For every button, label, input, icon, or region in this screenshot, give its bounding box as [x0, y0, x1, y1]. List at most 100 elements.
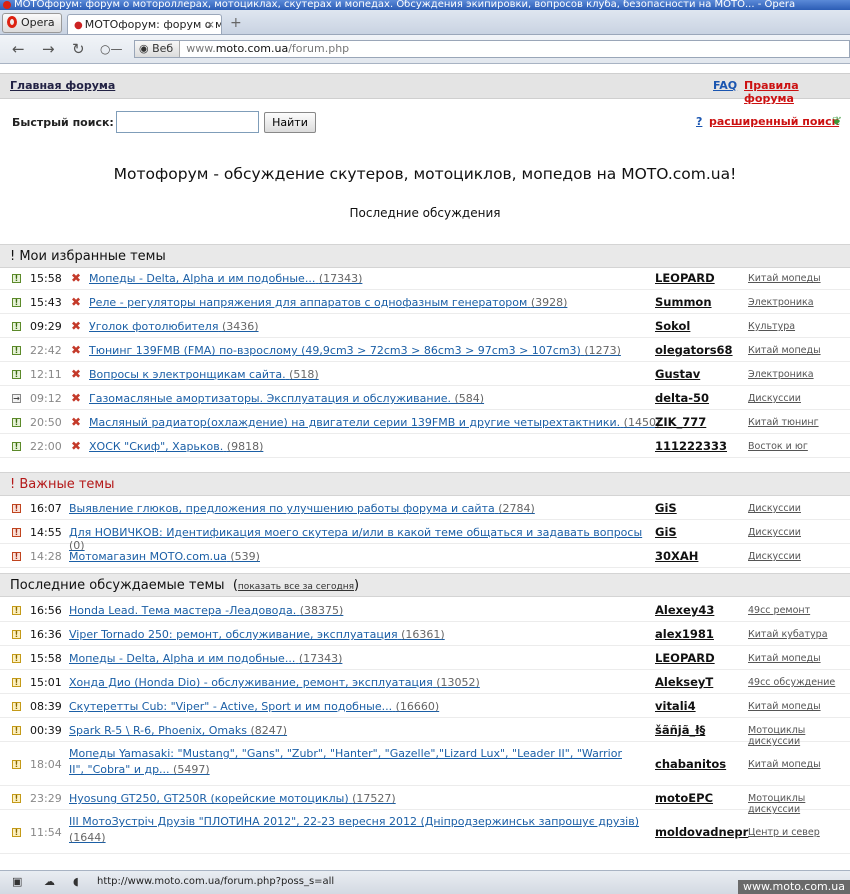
category-link[interactable]: Дискуссии [748, 551, 801, 562]
tab-close-icon[interactable]: × [206, 15, 215, 34]
remove-favorite-icon[interactable]: ✖ [71, 295, 81, 309]
forum-rules-link[interactable]: Правила форума [744, 79, 850, 105]
last-author-link[interactable]: LEOPARD [655, 651, 715, 665]
topic-title-link[interactable]: Spark R-5 \ R-6, Phoenix, Omaks (8247) [69, 724, 644, 737]
post-count: (518) [289, 368, 319, 381]
back-arrow-icon[interactable]: ← [12, 39, 25, 59]
topic-title-link[interactable]: Масляный радиатор(охлаждение) на двигате… [89, 416, 664, 429]
leaf-icon: ❦ [832, 114, 843, 128]
reload-icon[interactable]: ↻ [72, 39, 85, 59]
topic-title-link[interactable]: Вопросы к электронщикам сайта. (518) [89, 368, 664, 381]
last-author-link[interactable]: moldovadnepr [655, 825, 748, 839]
address-field[interactable]: ◉ Веб www.moto.com.ua/forum.php [134, 40, 850, 58]
remove-favorite-icon[interactable]: ✖ [71, 415, 81, 429]
opera-menu-button[interactable]: Opera [2, 13, 62, 33]
topic-title-link[interactable]: Мопеды - Delta, Alpha и им подобные... (… [89, 272, 664, 285]
topic-title-link[interactable]: ХОСК "Скиф", Харьков. (9818) [89, 440, 664, 453]
quick-search-input[interactable] [116, 111, 259, 133]
category-link[interactable]: Китай тюнинг [748, 417, 819, 428]
topic-title-link[interactable]: Viper Tornado 250: ремонт, обслуживание,… [69, 628, 644, 641]
last-author-link[interactable]: GiS [655, 501, 677, 515]
advanced-search-link[interactable]: расширенный поиск [709, 115, 839, 128]
category-link[interactable]: Китай мопеды [748, 653, 821, 664]
topic-title-link[interactable]: Уголок фотолюбителя (3436) [89, 320, 664, 333]
category-link[interactable]: Культура [748, 321, 795, 332]
last-author-link[interactable]: Sokol [655, 319, 690, 333]
last-author-link[interactable]: 111222333 [655, 439, 727, 453]
topic-title-link[interactable]: Мотомагазин MOTO.com.ua (539) [69, 550, 644, 563]
post-count: (2784) [498, 502, 535, 515]
last-author-link[interactable]: chabanitos [655, 757, 726, 771]
topic-title-link[interactable]: Мопеды - Delta, Alpha и им подобные... (… [69, 652, 644, 665]
topic-row: ! 14:28 Мотомагазин MOTO.com.ua (539) 30XAH… [0, 544, 850, 568]
last-author-link[interactable]: 30XAH [655, 549, 698, 563]
last-author-link[interactable]: Summon [655, 295, 712, 309]
topic-title-link[interactable]: Тюнинг 139FMB (FMA) по-взрослому (49,9cm… [89, 344, 664, 357]
last-author-link[interactable]: delta-50 [655, 391, 709, 405]
show-all-today-link[interactable]: показать все за сегодня [238, 582, 354, 592]
category-link[interactable]: Дискуссии [748, 527, 801, 538]
search-button[interactable]: Найти [264, 112, 316, 133]
forward-arrow-icon[interactable]: → [42, 39, 55, 59]
remove-favorite-icon[interactable]: ✖ [71, 319, 81, 333]
topic-title-link[interactable]: Реле - регуляторы напряжения для аппарат… [89, 296, 664, 309]
category-link[interactable]: Восток и юг [748, 441, 808, 452]
category-link[interactable]: Китай мопеды [748, 759, 821, 770]
topic-row: ! 15:58 ✖ Мопеды - Delta, Alpha и им подобн… [0, 266, 850, 290]
last-author-link[interactable]: alex1981 [655, 627, 714, 641]
last-author-link[interactable]: vitali4 [655, 699, 696, 713]
key-icon[interactable]: ○— [100, 39, 122, 59]
remove-favorite-icon[interactable]: ✖ [71, 439, 81, 453]
topic-title-link[interactable]: Скутеретты Cub: "Viper" - Active, Sport … [69, 700, 644, 713]
topic-row: → 09:12 ✖ Газомасляные амортизаторы. Эксплу… [0, 386, 850, 410]
topic-title-link[interactable]: Выявление глюков, предложения по улучшен… [69, 502, 644, 515]
last-author-link[interactable]: LEOPARD [655, 271, 715, 285]
category-link[interactable]: Китай мопеды [748, 701, 821, 712]
topic-title-text: Реле - регуляторы напряжения для аппарат… [89, 296, 528, 309]
last-author-link[interactable]: AlekseyT [655, 675, 713, 689]
topic-title-link[interactable]: III МотоЗустріч Друзів "ПЛОТИНА 2012", 2… [69, 814, 639, 846]
cloud-icon[interactable]: ☁ [44, 871, 55, 892]
category-link[interactable]: Электроника [748, 297, 814, 308]
remove-favorite-icon[interactable]: ✖ [71, 343, 81, 357]
remove-favorite-icon[interactable]: ✖ [71, 271, 81, 285]
topic-title-link[interactable]: Газомасляные амортизаторы. Эксплуатация … [89, 392, 664, 405]
topic-title-link[interactable]: Honda Lead. Тема мастера -Леадовода. (38… [69, 604, 644, 617]
category-link[interactable]: Китай кубатура [748, 629, 828, 640]
important-section-header: ! Важные темы [0, 472, 850, 496]
web-badge[interactable]: ◉ Веб [135, 41, 181, 57]
last-author-link[interactable]: ZIK_777 [655, 415, 706, 429]
last-author-link[interactable]: Alexey43 [655, 603, 714, 617]
topic-title-link[interactable]: Hyosung GT250, GT250R (корейские мотоцик… [69, 792, 644, 805]
remove-favorite-icon[interactable]: ✖ [71, 367, 81, 381]
last-author-link[interactable]: GiS [655, 525, 677, 539]
topic-time: 08:39 [30, 700, 62, 713]
post-count: (17343) [298, 652, 343, 665]
faq-link[interactable]: FAQ [713, 79, 737, 92]
category-link[interactable]: Центр и север [748, 827, 820, 838]
last-author-link[interactable]: Gustav [655, 367, 700, 381]
turbo-icon[interactable]: ◖ [73, 871, 79, 892]
page-title: Мотофорум - обсуждение скутеров, мотоцик… [113, 165, 737, 183]
category-link[interactable]: Китай мопеды [748, 345, 821, 356]
search-help-link[interactable]: ? [696, 115, 702, 128]
remove-favorite-icon[interactable]: ✖ [71, 391, 81, 405]
tab-motoforum[interactable]: ● МОТОфорум: форум о м... × [67, 14, 222, 34]
last-author-link[interactable]: šãñjã_ł§ [655, 723, 705, 737]
last-author-link[interactable]: olegators68 [655, 343, 733, 357]
topic-status-icon: ! [12, 726, 21, 735]
category-link[interactable]: Китай мопеды [748, 273, 821, 284]
forum-home-link[interactable]: Главная форума [10, 79, 115, 92]
topic-title-link[interactable]: Хонда Дио (Honda Dio) - обслуживание, ре… [69, 676, 644, 689]
category-link[interactable]: Электроника [748, 369, 814, 380]
window-title-bar: МОТОфорум: форум о мотороллерах, мотоцик… [0, 0, 850, 10]
new-tab-icon[interactable]: + [230, 16, 242, 30]
moved-topic-icon: → [12, 394, 21, 403]
category-link[interactable]: Дискуссии [748, 503, 801, 514]
topic-title-link[interactable]: Мопеды Yamasaki: "Mustang", "Gans", "Zub… [69, 746, 639, 778]
category-link[interactable]: 49cc ремонт [748, 605, 810, 616]
category-link[interactable]: Дискуссии [748, 393, 801, 404]
panel-toggle-icon[interactable]: ▣ [12, 871, 22, 892]
category-link[interactable]: 49cc обсуждение [748, 677, 835, 688]
last-author-link[interactable]: motoEPC [655, 791, 713, 805]
